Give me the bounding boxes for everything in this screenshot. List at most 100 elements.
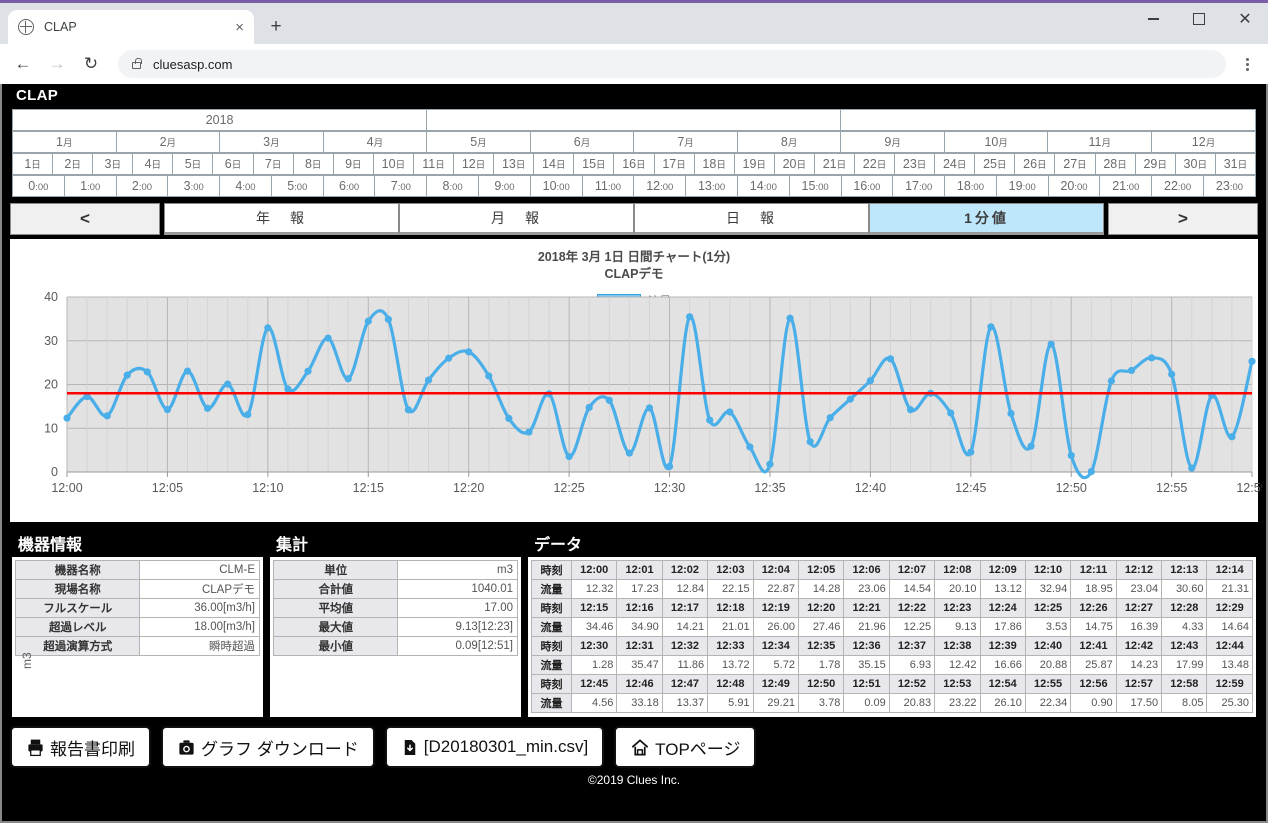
report-tab-2[interactable]: 日 報 bbox=[634, 203, 869, 235]
hour-cell-12[interactable]: 12:00 bbox=[633, 175, 687, 197]
day-cell-26[interactable]: 26日 bbox=[1014, 153, 1056, 175]
action-button-label: [D20180301_min.csv] bbox=[423, 737, 589, 756]
day-cell-4[interactable]: 4日 bbox=[132, 153, 174, 175]
day-cell-28[interactable]: 28日 bbox=[1094, 153, 1136, 175]
month-cell-11[interactable]: 11月 bbox=[1047, 131, 1153, 153]
day-cell-7[interactable]: 7日 bbox=[252, 153, 294, 175]
forward-icon[interactable]: → bbox=[42, 49, 72, 79]
hour-cell-4[interactable]: 4:00 bbox=[219, 175, 272, 197]
next-period-button[interactable]: > bbox=[1108, 203, 1258, 235]
value-cell: 20.83 bbox=[888, 693, 936, 713]
date-navigation: 2018 1月 2月 3月 4月 5月 6月 7月 8月 9月 10月 11月 12月 1日 2日 3日 4… bbox=[10, 107, 1258, 199]
hour-cell-2[interactable]: 2:00 bbox=[115, 175, 169, 197]
day-cell-29[interactable]: 29日 bbox=[1134, 153, 1176, 175]
month-cell-2[interactable]: 2月 bbox=[115, 131, 221, 153]
day-cell-24[interactable]: 24日 bbox=[934, 153, 976, 175]
hour-cell-14[interactable]: 14:00 bbox=[736, 175, 790, 197]
day-cell-5[interactable]: 5日 bbox=[172, 153, 214, 175]
month-cell-3[interactable]: 3月 bbox=[219, 131, 324, 153]
browser-tab[interactable]: CLAP × bbox=[8, 10, 254, 44]
home-button[interactable]: TOPページ bbox=[614, 726, 757, 768]
day-cell-12[interactable]: 12日 bbox=[453, 153, 495, 175]
hour-cell-3[interactable]: 3:00 bbox=[167, 175, 221, 197]
day-cell-6[interactable]: 6日 bbox=[212, 153, 254, 175]
day-cell-2[interactable]: 2日 bbox=[52, 153, 94, 175]
camera-button[interactable]: グラフ ダウンロード bbox=[161, 726, 375, 768]
day-cell-16[interactable]: 16日 bbox=[613, 153, 655, 175]
hour-cell-16[interactable]: 16:00 bbox=[840, 175, 894, 197]
device-info-row: 現場名称 CLAPデモ bbox=[14, 579, 260, 599]
report-tab-1[interactable]: 月 報 bbox=[399, 203, 634, 235]
hour-cell-13[interactable]: 13:00 bbox=[685, 175, 738, 197]
hour-cell-6[interactable]: 6:00 bbox=[322, 175, 376, 197]
hour-cell-21[interactable]: 21:00 bbox=[1099, 175, 1153, 197]
hour-cell-18[interactable]: 18:00 bbox=[944, 175, 997, 197]
hour-cell-15[interactable]: 15:00 bbox=[788, 175, 842, 197]
hour-cell-8[interactable]: 8:00 bbox=[426, 175, 480, 197]
month-cell-7[interactable]: 7月 bbox=[633, 131, 738, 153]
month-cell-1[interactable]: 1月 bbox=[12, 131, 117, 153]
hour-cell-11[interactable]: 11:00 bbox=[581, 175, 635, 197]
printer-button[interactable]: 報告書印刷 bbox=[10, 726, 151, 768]
hour-cell-1[interactable]: 1:00 bbox=[63, 175, 117, 197]
day-cell-1[interactable]: 1日 bbox=[11, 153, 54, 175]
browser-menu-icon[interactable] bbox=[1234, 51, 1260, 77]
report-tab-3[interactable]: 1分値 bbox=[869, 203, 1104, 235]
value-cell: 13.12 bbox=[979, 579, 1026, 599]
prev-period-button[interactable]: < bbox=[10, 203, 160, 235]
address-bar[interactable]: cluesasp.com bbox=[118, 50, 1226, 78]
day-cell-17[interactable]: 17日 bbox=[653, 153, 695, 175]
hour-cell-17[interactable]: 17:00 bbox=[892, 175, 946, 197]
file-download-icon bbox=[401, 738, 419, 757]
report-tab-0[interactable]: 年 報 bbox=[164, 203, 399, 235]
day-cell-14[interactable]: 14日 bbox=[533, 153, 575, 175]
file-download-button[interactable]: [D20180301_min.csv] bbox=[384, 726, 605, 768]
day-cell-31[interactable]: 31日 bbox=[1214, 153, 1257, 175]
device-info-key: 機器名称 bbox=[14, 560, 141, 580]
day-cell-15[interactable]: 15日 bbox=[573, 153, 615, 175]
close-tab-icon[interactable]: × bbox=[235, 20, 244, 35]
day-cell-10[interactable]: 10日 bbox=[372, 153, 414, 175]
month-cell-8[interactable]: 8月 bbox=[736, 131, 842, 153]
day-cell-19[interactable]: 19日 bbox=[733, 153, 775, 175]
time-row-label: 時刻 bbox=[531, 636, 572, 656]
hour-cell-0[interactable]: 0:00 bbox=[12, 175, 65, 197]
hour-cell-9[interactable]: 9:00 bbox=[478, 175, 531, 197]
reload-icon[interactable]: ↻ bbox=[76, 49, 106, 79]
day-cell-23[interactable]: 23日 bbox=[894, 153, 936, 175]
hour-cell-10[interactable]: 10:00 bbox=[529, 175, 583, 197]
data-table-title: データ bbox=[534, 537, 583, 554]
day-cell-8[interactable]: 8日 bbox=[292, 153, 334, 175]
day-cell-11[interactable]: 11日 bbox=[412, 153, 455, 175]
back-icon[interactable]: ← bbox=[8, 49, 38, 79]
hour-cell-20[interactable]: 20:00 bbox=[1047, 175, 1101, 197]
time-cell: 12:22 bbox=[888, 598, 936, 618]
day-cell-18[interactable]: 18日 bbox=[693, 153, 735, 175]
day-cell-27[interactable]: 27日 bbox=[1054, 153, 1096, 175]
close-window-button[interactable]: ✕ bbox=[1222, 3, 1268, 35]
month-cell-5[interactable]: 5月 bbox=[426, 131, 531, 153]
day-cell-13[interactable]: 13日 bbox=[493, 153, 535, 175]
hour-cell-5[interactable]: 5:00 bbox=[270, 175, 324, 197]
month-cell-4[interactable]: 4月 bbox=[322, 131, 428, 153]
minimize-button[interactable] bbox=[1130, 3, 1176, 35]
maximize-button[interactable] bbox=[1176, 3, 1222, 35]
day-cell-9[interactable]: 9日 bbox=[332, 153, 374, 175]
data-point bbox=[886, 355, 895, 363]
day-cell-22[interactable]: 22日 bbox=[853, 153, 896, 175]
day-cell-30[interactable]: 30日 bbox=[1174, 153, 1216, 175]
hour-cell-7[interactable]: 7:00 bbox=[374, 175, 428, 197]
day-cell-3[interactable]: 3日 bbox=[92, 153, 134, 175]
day-cell-25[interactable]: 25日 bbox=[974, 153, 1016, 175]
month-cell-9[interactable]: 9月 bbox=[840, 131, 945, 153]
month-cell-10[interactable]: 10月 bbox=[943, 131, 1049, 153]
hour-cell-19[interactable]: 19:00 bbox=[995, 175, 1049, 197]
year-cell-selected[interactable]: 2018 bbox=[11, 109, 428, 131]
hour-cell-22[interactable]: 22:00 bbox=[1151, 175, 1204, 197]
month-cell-12[interactable]: 12月 bbox=[1151, 131, 1256, 153]
hour-cell-23[interactable]: 23:00 bbox=[1202, 175, 1257, 197]
month-cell-6[interactable]: 6月 bbox=[529, 131, 635, 153]
day-cell-21[interactable]: 21日 bbox=[813, 153, 855, 175]
new-tab-button[interactable]: + bbox=[262, 13, 290, 41]
day-cell-20[interactable]: 20日 bbox=[773, 153, 815, 175]
